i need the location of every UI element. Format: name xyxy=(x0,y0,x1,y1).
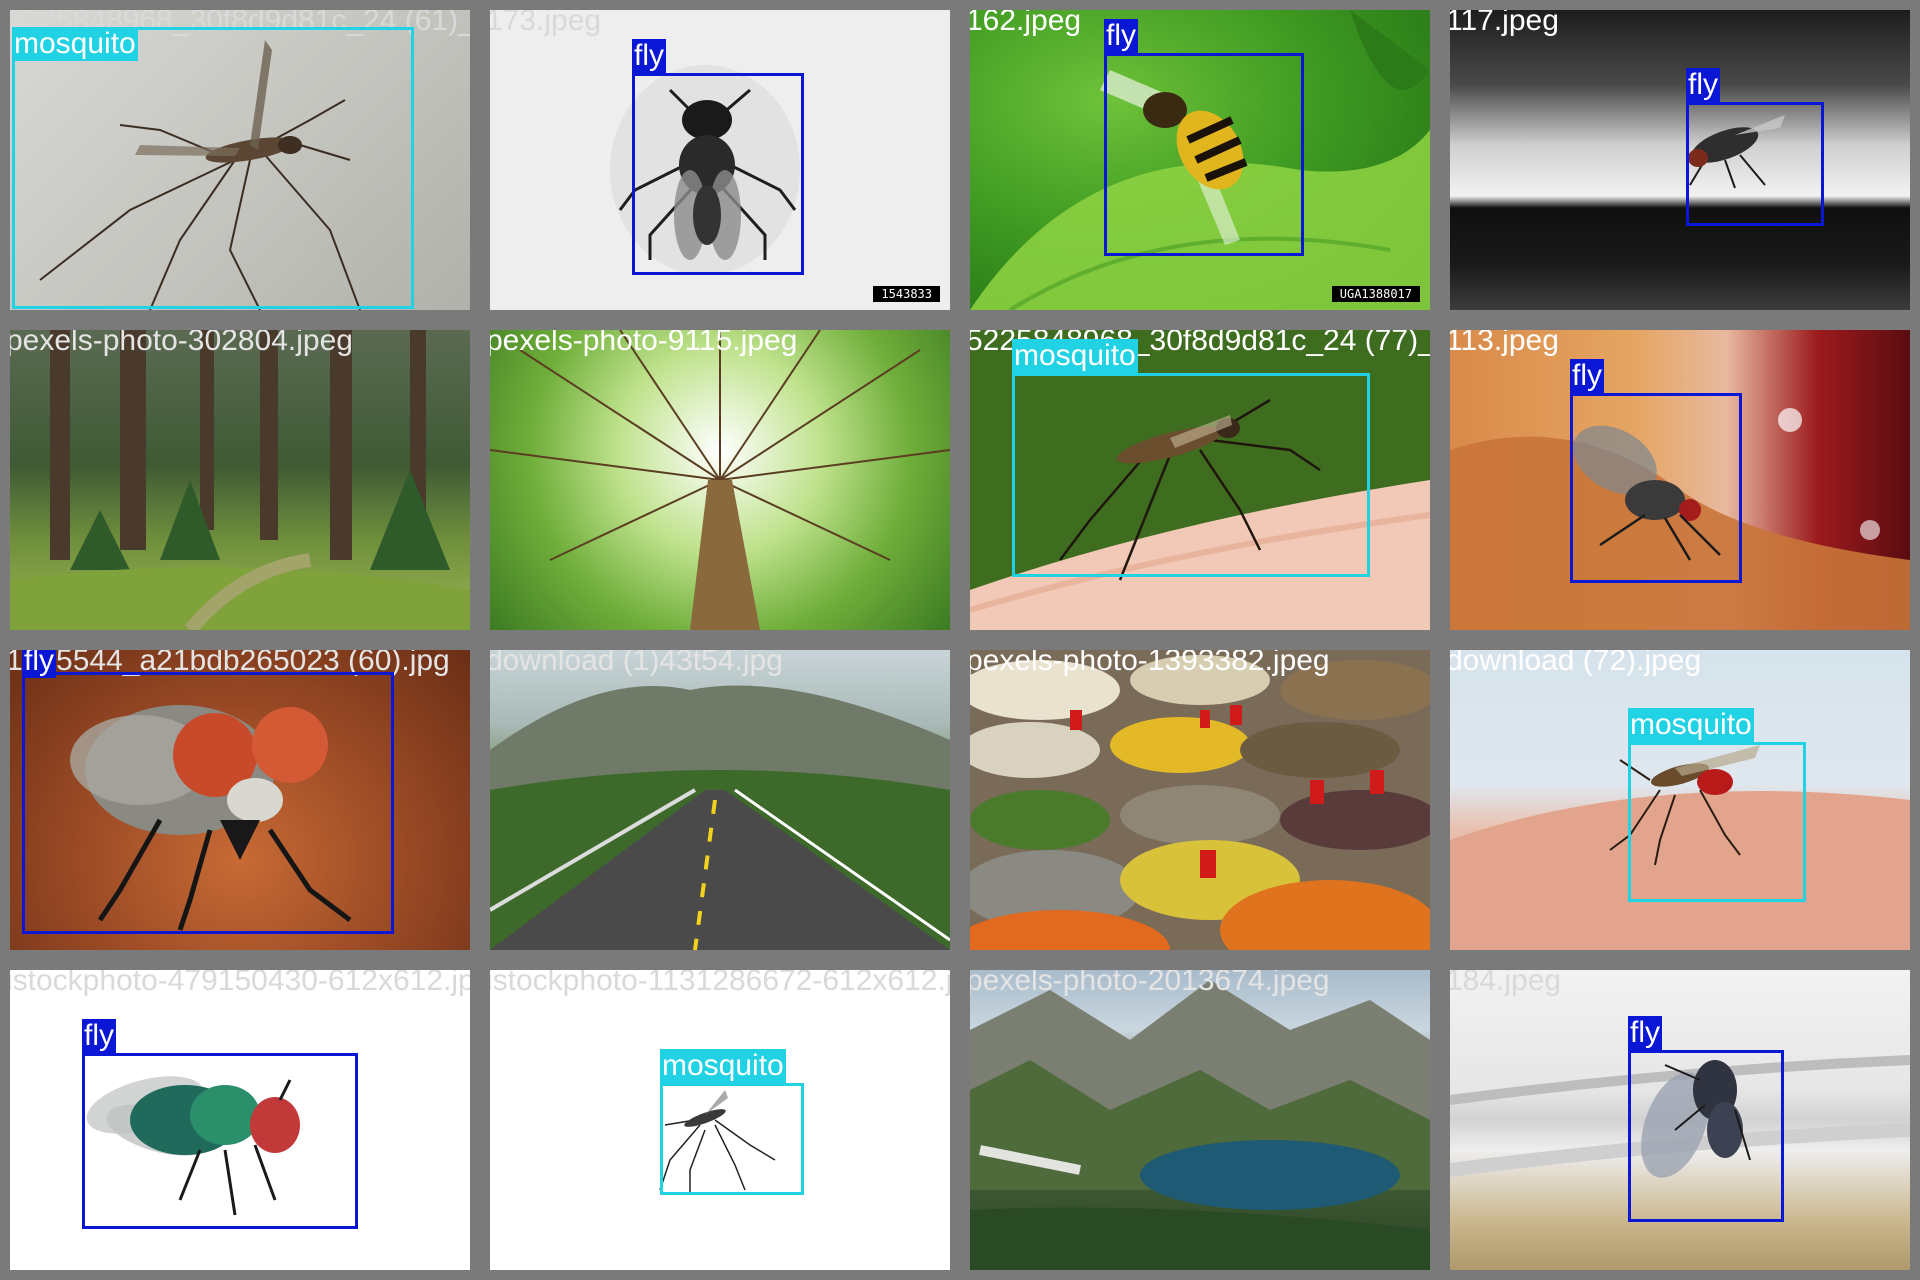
bounding-box xyxy=(1628,1050,1784,1222)
filename-label: download (72).jpeg xyxy=(1446,644,1702,677)
forest-photo xyxy=(10,330,470,630)
tile-fly-white[interactable]: 173.jpeg fly 1543833 xyxy=(480,0,960,320)
filename-label: pexels-photo-9115.jpeg xyxy=(486,324,798,357)
filename-label: 184.jpeg xyxy=(1446,964,1562,997)
bounding-box xyxy=(12,27,414,309)
tile-mosquito-stone[interactable]: 5225848968_30f8d9d81c_24 (61)_jpg.jpeg m… xyxy=(0,0,480,320)
tile-mosquito-green[interactable]: 5225848968_30f8d9d81c_24 (77)_jpg.jpeg m… xyxy=(960,320,1440,640)
filename-label: pexels-photo-302804.jpeg xyxy=(6,324,353,357)
tile-fly-sill[interactable]: 117.jpeg fly xyxy=(1440,0,1920,320)
lake-photo xyxy=(970,980,1430,1270)
filename-label: 113.jpeg xyxy=(1446,324,1559,357)
class-label-fly: fly xyxy=(1570,359,1604,393)
tile-mountain-road[interactable]: download (1)43t54.jpg xyxy=(480,640,960,960)
road-photo xyxy=(490,685,950,950)
class-label-mosquito: mosquito xyxy=(12,27,138,61)
detection-results-grid: 5225848968_30f8d9d81c_24 (61)_jpg.jpeg m… xyxy=(0,0,1920,1280)
tile-pine-forest[interactable]: pexels-photo-302804.jpeg xyxy=(0,320,480,640)
filename-label: download (1)43t54.jpg xyxy=(486,644,783,677)
bounding-box xyxy=(82,1053,358,1229)
fly-photo xyxy=(1688,115,1785,189)
class-label-fly: fly xyxy=(1686,68,1720,102)
class-label-fly: fly xyxy=(1104,19,1138,53)
tile-mosquito-arm[interactable]: download (72).jpeg mosquito xyxy=(1440,640,1920,960)
filename-label: 117.jpeg xyxy=(1446,4,1559,37)
filename-label: 162.jpeg xyxy=(966,4,1082,37)
bounding-box xyxy=(1012,373,1370,577)
tile-mosquito-white[interactable]: istockphoto-1131286672-612x612.jpg mosqu… xyxy=(480,960,960,1280)
bounding-box xyxy=(22,672,394,934)
photo-id-stamp: UGA1388017 xyxy=(1331,286,1420,302)
market-photo xyxy=(970,655,1430,950)
class-label-mosquito: mosquito xyxy=(660,1049,786,1083)
bounding-box xyxy=(1570,393,1742,583)
tile-fly-frame[interactable]: 184.jpeg fly xyxy=(1440,960,1920,1280)
tile-fly-food[interactable]: 113.jpeg fly xyxy=(1440,320,1920,640)
filename-label: 173.jpeg xyxy=(486,4,602,37)
filename-label: pexels-photo-1393382.jpeg xyxy=(966,644,1330,677)
class-label-fly: fly xyxy=(82,1019,116,1053)
bounding-box xyxy=(660,1083,804,1195)
filename-label: istockphoto-479150430-612x612.jpg xyxy=(6,964,480,997)
class-label-mosquito: mosquito xyxy=(1012,339,1138,373)
class-label-fly: fly xyxy=(1628,1016,1662,1050)
tile-mountain-lake[interactable]: pexels-photo-2013674.jpeg xyxy=(960,960,1440,1280)
tree-photo xyxy=(490,330,950,630)
class-label-fly: fly xyxy=(632,39,666,73)
filename-label: istockphoto-1131286672-612x612.jpg xyxy=(486,964,960,997)
bounding-box xyxy=(1104,53,1304,256)
filename-label: pexels-photo-2013674.jpeg xyxy=(966,964,1330,997)
photo-id-stamp: 1543833 xyxy=(873,286,940,302)
bounding-box xyxy=(1686,102,1824,226)
bounding-box xyxy=(1628,742,1806,902)
tile-hoverfly-leaf[interactable]: 162.jpeg fly UGA1388017 xyxy=(960,0,1440,320)
class-label-fly: fly xyxy=(22,644,56,678)
tile-fly-closeup[interactable]: 1255544_a21bdb265023 (60).jpg fly xyxy=(0,640,480,960)
class-label-mosquito: mosquito xyxy=(1628,708,1754,742)
tile-spice-market[interactable]: pexels-photo-1393382.jpeg xyxy=(960,640,1440,960)
tile-tree-canopy[interactable]: pexels-photo-9115.jpeg xyxy=(480,320,960,640)
bounding-box xyxy=(632,73,804,275)
tile-green-bottle-fly[interactable]: istockphoto-479150430-612x612.jpg fly xyxy=(0,960,480,1280)
